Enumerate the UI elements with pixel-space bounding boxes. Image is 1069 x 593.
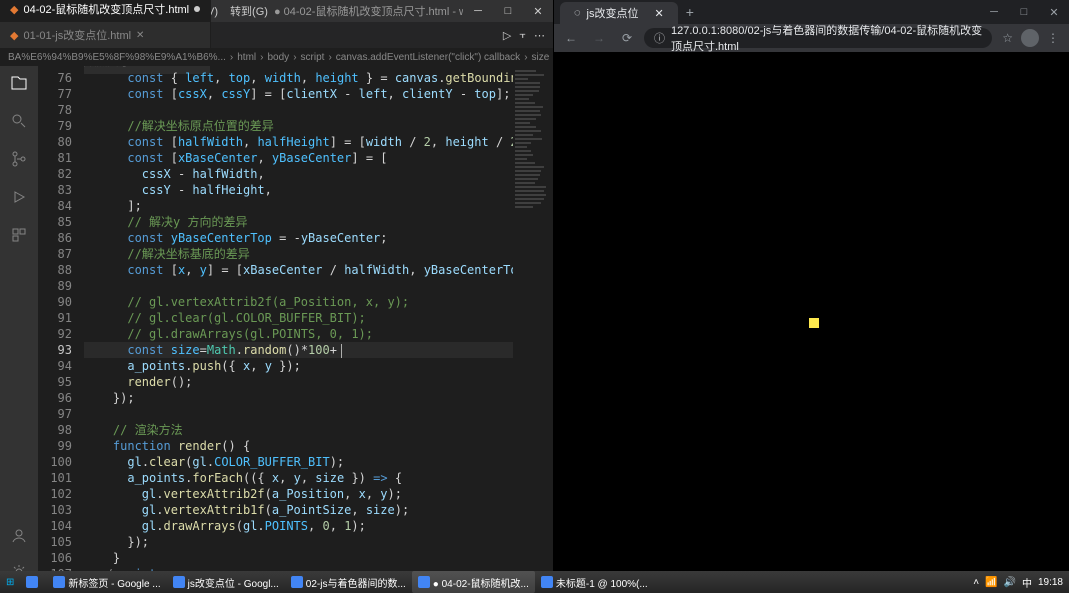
tab-title: js改变点位 — [587, 5, 639, 21]
breadcrumb[interactable]: BA%E6%94%B9%E5%8F%98%E9%A1%B6%...›html›b… — [0, 48, 553, 66]
vscode-window: ⧉ 文件(F)编辑(E)选择(S)查看(V)转到(G) ● 04-02-鼠标随机… — [0, 0, 553, 593]
breadcrumb-item[interactable]: script — [301, 52, 325, 63]
close-button[interactable]: ✕ — [523, 5, 553, 18]
browser-menu-icon[interactable]: ⋮ — [1047, 31, 1059, 45]
browser-toolbar: ← → ⟳ ⓘ 127.0.0.1:8080/02-js与着色器间的数据传输/0… — [554, 24, 1069, 52]
system-tray[interactable]: ˄ 📶 🔊 中 19:18 — [973, 575, 1069, 590]
new-tab-button[interactable]: + — [678, 4, 702, 20]
line-gutter: 7677787980818283848586878889909192939495… — [38, 66, 84, 593]
reload-button[interactable]: ⟳ — [616, 31, 638, 45]
profile-avatar[interactable] — [1021, 29, 1039, 47]
back-button[interactable]: ← — [560, 31, 582, 45]
maximize-button[interactable]: □ — [493, 5, 523, 18]
taskbar-item[interactable]: js改变点位 - Googl... — [167, 571, 285, 593]
taskbar-item[interactable]: 新标签页 - Google ... — [47, 571, 166, 593]
speaker-icon[interactable]: 🔊 — [1004, 577, 1016, 588]
globe-icon: ◌ — [574, 7, 581, 19]
taskbar-item[interactable]: ● 04-02-鼠标随机改... — [412, 571, 535, 593]
menu-item[interactable]: 转到(G) — [224, 6, 274, 18]
account-icon[interactable] — [8, 525, 30, 547]
extensions-icon[interactable] — [8, 224, 30, 246]
tab-bar: ◆04-02-鼠标随机改变顶点尺寸.html◆01-01-js改变点位.html… — [0, 22, 553, 48]
url-text: 127.0.0.1:8080/02-js与着色器间的数据传输/04-02-鼠标随… — [671, 22, 982, 54]
minimize-button[interactable]: ─ — [463, 5, 493, 18]
browser-window: ◌ js改变点位 ✕ + ─ □ ✕ ← → ⟳ ⓘ 127.0.0.1:808… — [553, 0, 1069, 593]
star-icon[interactable]: ☆ — [1002, 31, 1013, 45]
breadcrumb-item[interactable]: BA%E6%94%B9%E5%8F%98%E9%A1%B6%... — [8, 52, 226, 63]
tray-chevron-icon[interactable]: ˄ — [973, 577, 979, 588]
editor[interactable]: 7677787980818283848586878889909192939495… — [38, 66, 553, 593]
source-control-icon[interactable] — [8, 148, 30, 170]
browser-tab[interactable]: ◌ js改变点位 ✕ — [560, 2, 678, 24]
browser-titlebar: ◌ js改变点位 ✕ + ─ □ ✕ — [554, 0, 1069, 24]
browser-maximize-button[interactable]: □ — [1009, 6, 1039, 19]
windows-taskbar: ⊞ 新标签页 - Google ...js改变点位 - Googl...02-j… — [0, 571, 1069, 593]
breadcrumb-item[interactable]: canvas.addEventListener("click") callbac… — [336, 52, 520, 63]
tab-close-icon[interactable]: ✕ — [655, 7, 664, 20]
debug-icon[interactable] — [8, 186, 30, 208]
info-icon: ⓘ — [654, 30, 665, 46]
breadcrumb-item[interactable]: body — [268, 52, 290, 63]
taskbar-item[interactable] — [20, 571, 47, 593]
browser-minimize-button[interactable]: ─ — [979, 6, 1009, 19]
taskbar-item[interactable]: 未标题-1 @ 100%(... — [535, 571, 654, 593]
network-icon[interactable]: 📶 — [985, 577, 997, 588]
taskbar-item[interactable]: 02-js与着色器间的数... — [285, 571, 412, 593]
window-title: ● 04-02-鼠标随机改变顶点尺寸.html - webgl-lesson -… — [274, 3, 463, 19]
webgl-point — [809, 318, 819, 328]
search-icon[interactable] — [8, 110, 30, 132]
address-bar[interactable]: ⓘ 127.0.0.1:8080/02-js与着色器间的数据传输/04-02-鼠… — [644, 28, 992, 48]
explorer-icon[interactable] — [8, 72, 30, 94]
start-button[interactable]: ⊞ — [0, 571, 20, 593]
editor-tab[interactable]: ◆01-01-js改变点位.html✕ — [0, 22, 211, 48]
editor-tab[interactable]: ◆04-02-鼠标随机改变顶点尺寸.html — [0, 0, 211, 22]
breadcrumb-item[interactable]: size — [532, 52, 550, 63]
split-icon[interactable]: ⫟ — [519, 29, 526, 42]
breadcrumb-item[interactable]: html — [237, 52, 256, 63]
code-content[interactable]: const { left, top, width, height } = can… — [84, 66, 513, 593]
activity-bar — [0, 66, 38, 593]
clock[interactable]: 19:18 — [1038, 577, 1063, 588]
more-icon[interactable]: ⋯ — [534, 29, 545, 42]
forward-button[interactable]: → — [588, 31, 610, 45]
minimap[interactable] — [513, 66, 553, 593]
browser-viewport[interactable] — [554, 52, 1069, 593]
browser-close-button[interactable]: ✕ — [1039, 6, 1069, 19]
ime-icon[interactable]: 中 — [1022, 575, 1032, 590]
run-icon[interactable]: ▷ — [503, 29, 511, 42]
